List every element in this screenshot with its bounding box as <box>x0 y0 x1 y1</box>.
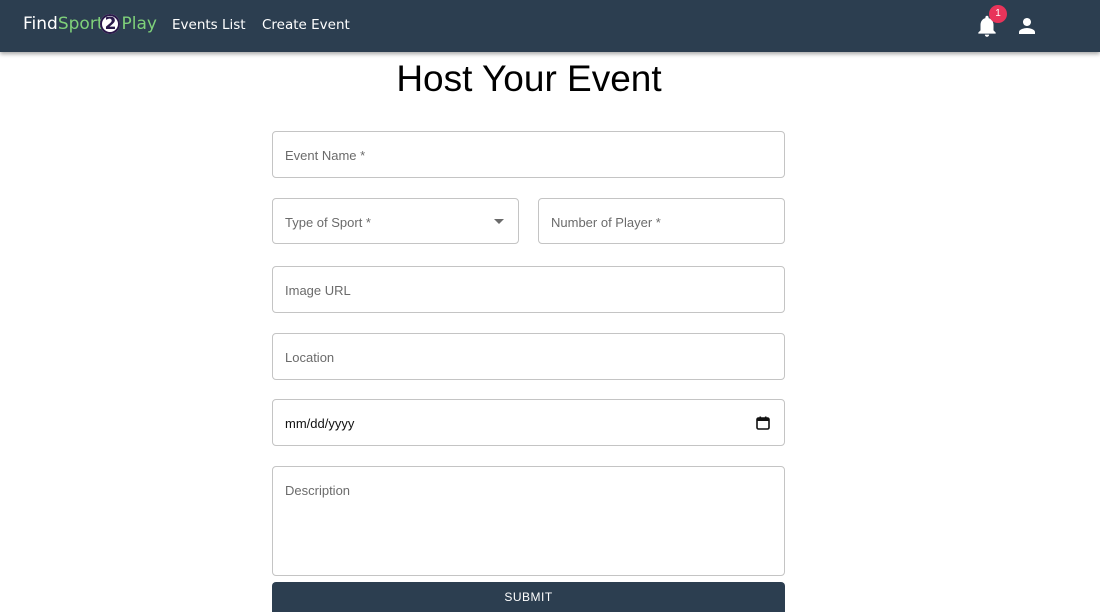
location-placeholder: Location <box>285 350 335 365</box>
image-url-field[interactable]: Image URL <box>272 266 785 313</box>
person-icon[interactable] <box>1015 14 1039 38</box>
calendar-icon[interactable] <box>756 416 770 430</box>
top-navbar: Find Sport 2 Play Events List Create Eve… <box>0 0 1100 52</box>
brand-logo[interactable]: Find Sport 2 Play <box>23 13 157 35</box>
date-value: mm/dd/yyyy <box>285 416 355 431</box>
dropdown-arrow-icon <box>494 219 504 224</box>
description-textarea[interactable]: Description <box>272 466 785 576</box>
event-name-placeholder: Event Name * <box>285 148 366 163</box>
brand-play-text: Play <box>121 14 157 34</box>
brand-two-ball-icon: 2 <box>100 14 121 34</box>
sport-type-select[interactable]: Type of Sport * <box>272 198 519 244</box>
number-of-players-field[interactable]: Number of Player * <box>538 198 785 244</box>
nav-create-event-link[interactable]: Create Event <box>262 17 350 33</box>
page-title: Host Your Event <box>396 58 662 99</box>
description-placeholder: Description <box>285 483 351 498</box>
brand-find-text: Find <box>23 14 58 34</box>
submit-button[interactable]: SUBMIT <box>272 582 785 612</box>
sport-type-placeholder: Type of Sport * <box>285 215 371 230</box>
brand-sport-text: Sport <box>57 14 104 34</box>
location-field[interactable]: Location <box>272 333 785 380</box>
image-url-placeholder: Image URL <box>285 283 351 298</box>
notification-badge: 1 <box>989 5 1007 23</box>
nav-events-list-link[interactable]: Events List <box>172 17 246 33</box>
event-name-field[interactable]: Event Name * <box>272 131 785 178</box>
number-of-players-placeholder: Number of Player * <box>551 215 661 230</box>
date-field[interactable]: mm/dd/yyyy <box>272 399 785 446</box>
